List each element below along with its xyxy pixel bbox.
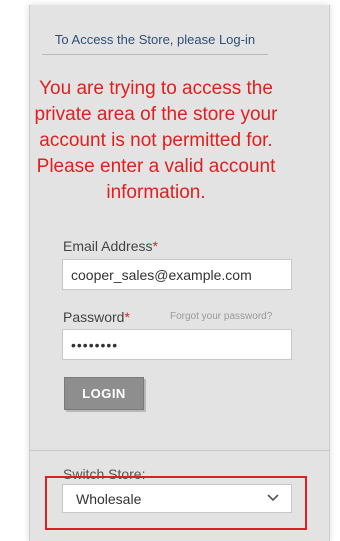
store-select[interactable]: Wholesale bbox=[62, 484, 292, 513]
forgot-password-link[interactable]: Forgot your password? bbox=[170, 311, 272, 322]
section-divider bbox=[30, 450, 330, 451]
password-label-text: Password bbox=[63, 309, 125, 325]
login-panel-title: To Access the Store, please Log-in bbox=[54, 32, 256, 47]
store-select-value: Wholesale bbox=[76, 491, 142, 507]
email-field[interactable] bbox=[62, 259, 292, 290]
error-message: You are trying to access the private are… bbox=[34, 78, 278, 203]
email-label: Email Address* bbox=[63, 238, 158, 254]
email-label-text: Email Address bbox=[63, 238, 153, 254]
password-label: Password* bbox=[63, 309, 130, 325]
password-field[interactable] bbox=[62, 329, 292, 360]
switch-store-label: Switch Store: bbox=[63, 466, 146, 482]
email-required-mark: * bbox=[152, 238, 158, 254]
password-required-mark: * bbox=[124, 309, 130, 325]
title-divider bbox=[42, 54, 268, 55]
login-button[interactable]: LOGIN bbox=[64, 377, 144, 410]
chevron-down-icon bbox=[267, 494, 279, 502]
